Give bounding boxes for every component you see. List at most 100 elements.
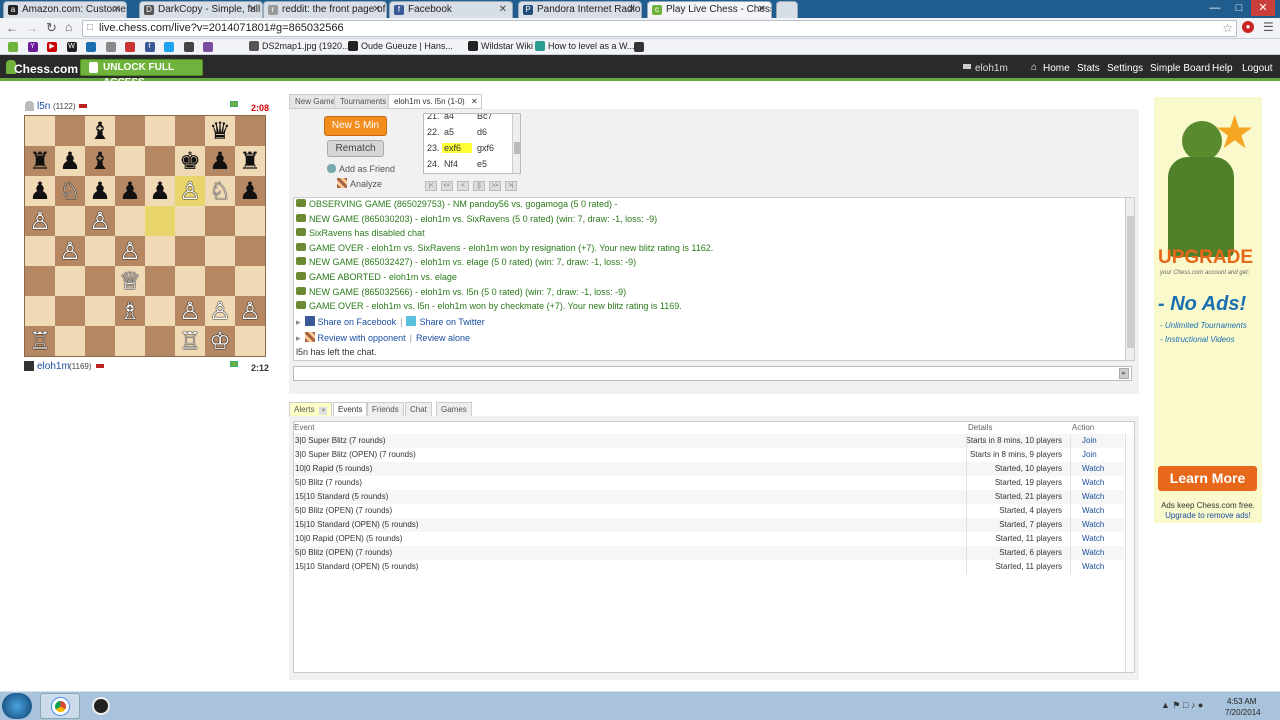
board-square[interactable]: ♔	[205, 326, 235, 356]
menu-icon[interactable]: ☰	[1263, 20, 1274, 34]
bookmark-item[interactable]: DS2map1.jpg (1920...	[249, 41, 350, 51]
nav-logout[interactable]: Logout	[1242, 63, 1273, 74]
browser-tab[interactable]: a Amazon.com: Customer F ✕	[3, 1, 127, 18]
board-square[interactable]	[55, 296, 85, 326]
close-tab-icon[interactable]: ✕	[499, 4, 507, 15]
close-tab-icon[interactable]: ✕	[628, 4, 636, 15]
tab-tournaments[interactable]: Tournaments	[334, 94, 393, 109]
board-square[interactable]: ♙	[85, 206, 115, 236]
board-square[interactable]: ♝	[85, 146, 115, 176]
board-square[interactable]: ♘	[205, 176, 235, 206]
event-action-link[interactable]: Join	[1082, 434, 1097, 448]
board-square[interactable]: ♟	[55, 146, 85, 176]
address-bar[interactable]: □ live.chess.com/live?v=2014071801#g=865…	[82, 20, 1237, 37]
board-square[interactable]: ♙	[175, 176, 205, 206]
browser-tab[interactable]: r reddit: the front page of t ✕	[263, 1, 387, 18]
board-square[interactable]	[175, 116, 205, 146]
board-square[interactable]	[85, 266, 115, 296]
white-bishop-icon[interactable]: ♗	[119, 297, 141, 325]
move-black[interactable]: Bc7	[477, 114, 493, 121]
move-nav-button[interactable]: []	[473, 181, 485, 191]
close-tab-icon[interactable]: ✕	[758, 4, 766, 15]
bookmark-star-icon[interactable]: ☆	[1222, 21, 1233, 35]
event-action-link[interactable]: Watch	[1082, 546, 1104, 560]
board-square[interactable]	[145, 296, 175, 326]
analyze-link[interactable]: Analyze	[350, 179, 382, 189]
white-pawn-icon[interactable]: ♙	[59, 237, 81, 265]
move-white[interactable]: a5	[442, 127, 472, 137]
board-square[interactable]: ♖	[25, 326, 55, 356]
lower-tab-events[interactable]: Events	[333, 402, 368, 417]
nav-help[interactable]: Help	[1212, 63, 1233, 74]
home-icon[interactable]: ⌂	[65, 20, 72, 34]
table-row[interactable]: 3|0 Super Blitz (7 rounds) Starts in 8 mi…	[294, 434, 1124, 448]
move-white[interactable]: a4	[442, 114, 472, 121]
bookmark-favicon-icon[interactable]: ▶	[47, 42, 57, 52]
board-square[interactable]	[85, 326, 115, 356]
bookmark-folder-icon[interactable]	[634, 42, 644, 52]
table-row[interactable]: 15|10 Standard (5 rounds) Started, 21 pla…	[294, 490, 1124, 504]
black-pawn-icon[interactable]: ♟	[149, 177, 171, 205]
user-name[interactable]: eloh1m	[975, 63, 1008, 74]
close-window-button[interactable]: ✕	[1251, 0, 1275, 16]
board-square[interactable]	[235, 266, 265, 296]
move-nav-button[interactable]: >>	[489, 181, 501, 191]
board-square[interactable]	[205, 236, 235, 266]
board-square[interactable]	[25, 116, 55, 146]
white-rook-icon[interactable]: ♖	[29, 327, 51, 355]
site-logo[interactable]: Chess.com	[14, 62, 78, 76]
close-tab-icon[interactable]: ✕	[471, 95, 478, 108]
black-pawn-icon[interactable]: ♟	[89, 177, 111, 205]
white-pawn-icon[interactable]: ♙	[29, 207, 51, 235]
board-square[interactable]: ♟	[145, 176, 175, 206]
reload-icon[interactable]: ↻	[46, 20, 57, 36]
lower-tab-friends[interactable]: Friends	[367, 402, 404, 417]
close-tab-icon[interactable]: ✕	[113, 4, 121, 15]
nav-home[interactable]: Home	[1043, 63, 1070, 74]
board-square[interactable]: ♘	[55, 176, 85, 206]
board-square[interactable]: ♜	[25, 146, 55, 176]
bookmark-favicon-icon[interactable]: f	[144, 42, 155, 52]
bookmark-item[interactable]: Oude Gueuze | Hans...	[348, 41, 453, 51]
bookmark-favicon-icon[interactable]: Y	[27, 42, 38, 52]
extension-icon[interactable]: ●	[1242, 21, 1254, 33]
black-pawn-icon[interactable]: ♟	[59, 147, 81, 175]
board-square[interactable]	[205, 206, 235, 236]
expand-icon[interactable]: ▸	[296, 333, 301, 343]
browser-tab[interactable]: f Facebook ✕	[389, 1, 513, 18]
white-king-icon[interactable]: ♔	[209, 327, 231, 355]
table-row[interactable]: 3|0 Super Blitz (OPEN) (7 rounds) Starts …	[294, 448, 1124, 462]
bookmark-item[interactable]: How to level as a W...	[535, 41, 635, 51]
board-square[interactable]	[175, 266, 205, 296]
board-square[interactable]: ♙	[205, 296, 235, 326]
upgrade-ad[interactable]: ★ UPGRADE your Chess.com account and get…	[1154, 97, 1262, 523]
board-square[interactable]	[115, 146, 145, 176]
table-row[interactable]: 5|0 Blitz (OPEN) (7 rounds) Started, 6 pl…	[294, 546, 1124, 560]
black-king-icon[interactable]: ♚	[179, 147, 201, 175]
board-square[interactable]	[175, 236, 205, 266]
event-action-link[interactable]: Watch	[1082, 462, 1104, 476]
white-pawn-icon[interactable]: ♙	[89, 207, 111, 235]
upgrade-remove-ads-link[interactable]: Upgrade to remove ads!	[1154, 511, 1262, 520]
board-square[interactable]	[235, 116, 265, 146]
move-nav-button[interactable]: <<	[441, 181, 453, 191]
bookmark-favicon-icon[interactable]: W	[66, 42, 77, 52]
move-list[interactable]: 21. a4 Bc7 22. a5 d6 23. exf6 gxf6 24. Nf4 e5	[423, 113, 521, 174]
bookmark-favicon-icon[interactable]	[86, 42, 96, 52]
board-square[interactable]	[55, 266, 85, 296]
board-square[interactable]	[145, 236, 175, 266]
board-square[interactable]	[55, 206, 85, 236]
log-scroll-thumb[interactable]	[1127, 216, 1134, 348]
black-rook-icon[interactable]: ♜	[29, 147, 51, 175]
browser-tab[interactable]: D DarkCopy - Simple, full sc ✕	[139, 1, 263, 18]
board-square[interactable]: ♙	[175, 296, 205, 326]
board-square[interactable]: ♗	[115, 296, 145, 326]
board-square[interactable]	[25, 266, 55, 296]
table-row[interactable]: 5|0 Blitz (OPEN) (7 rounds) Started, 4 pl…	[294, 504, 1124, 518]
expand-icon[interactable]: ▸	[296, 317, 301, 327]
board-square[interactable]: ♟	[25, 176, 55, 206]
board-square[interactable]: ♙	[55, 236, 85, 266]
black-pawn-icon[interactable]: ♟	[119, 177, 141, 205]
board-square[interactable]	[55, 326, 85, 356]
board-square[interactable]	[205, 266, 235, 296]
